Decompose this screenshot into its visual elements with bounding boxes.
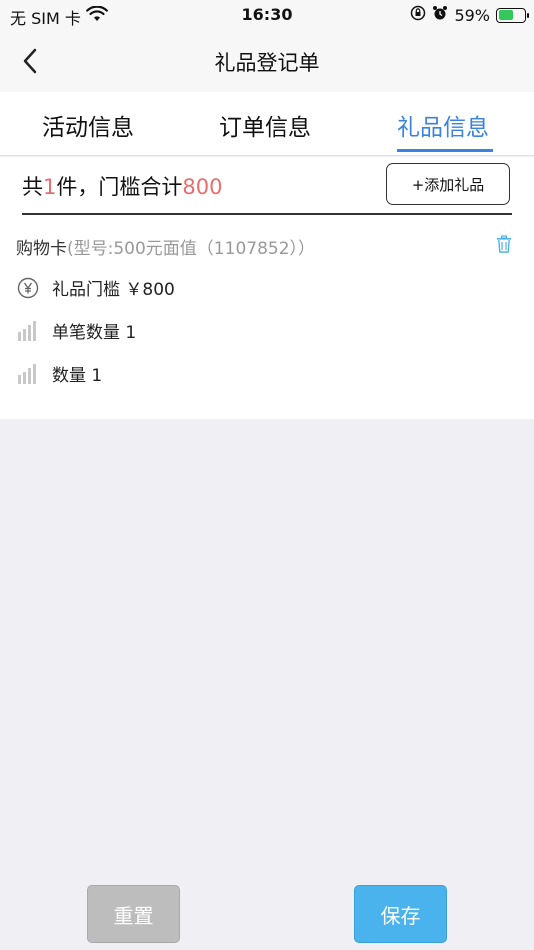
summary-prefix: 共 bbox=[22, 175, 43, 199]
trash-icon[interactable] bbox=[496, 235, 512, 257]
summary-middle: 件，门槛合计 bbox=[56, 175, 183, 199]
status-right: 59% bbox=[410, 5, 529, 25]
qty-row: 数量 1 bbox=[16, 361, 102, 386]
single-qty: 单笔数量 1 bbox=[52, 323, 137, 343]
gift-panel: 共1件，门槛合计800 +添加礼品 购物卡(型号:500元面值（1107852）… bbox=[0, 157, 534, 419]
add-gift-button[interactable]: +添加礼品 bbox=[386, 163, 510, 205]
gift-title: 购物卡(型号:500元面值（1107852）） bbox=[16, 234, 315, 259]
alarm-icon bbox=[432, 5, 448, 25]
battery-icon bbox=[496, 7, 529, 23]
nav-bar: 礼品登记单 bbox=[0, 30, 534, 92]
tab-order-info[interactable]: 订单信息 bbox=[219, 108, 311, 142]
tab-gift-info[interactable]: 礼品信息 bbox=[397, 108, 489, 142]
battery-fill bbox=[498, 10, 514, 20]
status-bar: 无 SIM 卡 16:30 59% bbox=[0, 0, 534, 30]
save-button[interactable]: 保存 bbox=[354, 885, 447, 943]
qty: 数量 1 bbox=[52, 366, 103, 386]
battery-percent: 59% bbox=[454, 5, 490, 25]
gift-name: 购物卡 bbox=[16, 239, 67, 259]
page-title: 礼品登记单 bbox=[214, 51, 320, 75]
yen-icon bbox=[16, 276, 40, 300]
tab-activity-info[interactable]: 活动信息 bbox=[42, 108, 134, 142]
tab-bar: 活动信息 订单信息 礼品信息 bbox=[0, 92, 534, 156]
summary-total: 800 bbox=[182, 175, 223, 199]
single-qty-row: 单笔数量 1 bbox=[16, 318, 136, 343]
bar-chart-icon bbox=[16, 362, 40, 386]
bar-chart-icon bbox=[16, 319, 40, 343]
gift-threshold-row: 礼品门槛 ￥800 bbox=[16, 275, 175, 300]
rotation-lock-icon bbox=[410, 5, 426, 25]
summary-count: 1 bbox=[43, 175, 57, 199]
divider bbox=[22, 213, 512, 215]
gift-model: (型号:500元面值（1107852）） bbox=[67, 239, 316, 259]
reset-button[interactable]: 重置 bbox=[87, 885, 180, 943]
gift-summary: 共1件，门槛合计800 bbox=[22, 171, 222, 201]
gift-threshold: 礼品门槛 ￥800 bbox=[52, 280, 175, 300]
active-tab-indicator bbox=[397, 149, 493, 152]
